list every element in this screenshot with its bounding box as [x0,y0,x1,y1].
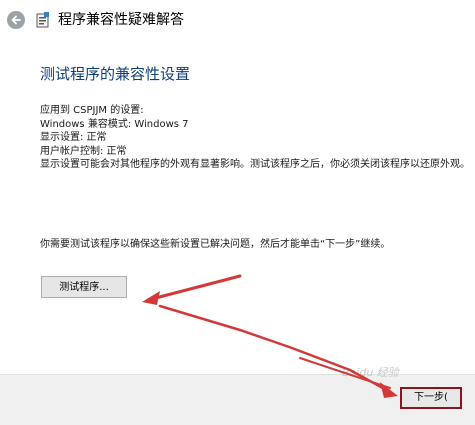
window-title: 程序兼容性疑难解答 [58,12,184,28]
display-setting-text: 显示设置: 正常 [40,132,107,143]
next-button[interactable]: 下一步( [400,387,462,409]
back-arrow-icon[interactable] [7,11,25,29]
settings-summary: 应用到 CSPJJM 的设置: Windows 兼容模式: Windows 7 … [40,104,475,172]
arrow-to-test-button [142,274,242,305]
uac-setting-text: 用户帐户控制: 正常 [40,145,127,157]
instruction-text: 你需要测试该程序以确保这些新设置已解决问题，然后才能单击“下一步”继续。 [40,239,391,250]
title-bar: 程序兼容性疑难解答 [0,0,475,42]
page-heading: 测试程序的兼容性设置 [40,65,191,83]
compat-mode-text: Windows 兼容模式: Windows 7 [40,118,189,130]
display-note-text: 显示设置可能会对其他程序的外观有显著影响。测试该程序之后，你必须关闭该程序以还原… [40,159,470,170]
watermark: Baidu 经验 [342,366,399,379]
applied-to-text: 应用到 CSPJJM 的设置: [40,105,144,116]
wizard-icon [36,12,50,28]
test-program-button[interactable]: 测试程序... [41,276,127,298]
